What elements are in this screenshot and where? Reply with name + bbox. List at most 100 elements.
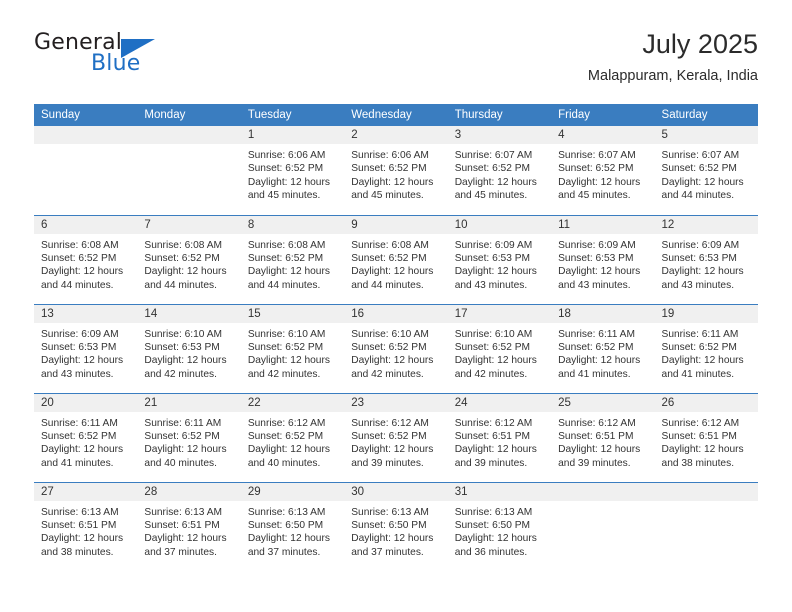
sunrise-text: Sunrise: 6:06 AM (351, 150, 429, 161)
daylight-text-line1: Daylight: 12 hours (247, 533, 330, 545)
day-number: 2 (344, 126, 448, 144)
sunset-text: Sunset: 6:52 PM (247, 163, 324, 175)
calendar-day-cell[interactable]: 26 Sunrise: 6:12 AM Sunset: 6:51 PM Dayligh… (654, 392, 758, 482)
daylight-text-line1: Daylight: 12 hours (558, 355, 641, 367)
calendar-day-cell[interactable]: 20 Sunrise: 6:11 AM Sunset: 6:52 PM Dayligh… (34, 392, 138, 482)
sunset-text: Sunset: 6:52 PM (351, 341, 427, 353)
page-header: General Blue July 2025 Malappuram, Keral… (34, 28, 758, 96)
day-number: 6 (34, 215, 138, 234)
calendar-day-cell[interactable]: 30 Sunrise: 6:13 AM Sunset: 6:50 PM Dayligh… (344, 481, 448, 571)
weekday-friday: Friday (551, 104, 655, 126)
daylight-text-line1: Daylight: 12 hours (454, 533, 537, 545)
daylight-text-line1: Daylight: 12 hours (41, 266, 124, 278)
day-number: 9 (344, 215, 448, 234)
sunrise-text: Sunrise: 6:13 AM (41, 506, 119, 518)
sunrise-text: Sunrise: 6:09 AM (661, 239, 740, 251)
sunrise-text: Sunrise: 6:08 AM (144, 239, 223, 251)
day-details: Sunrise: 6:11 AM Sunset: 6:52 PM Daylight:… (551, 323, 654, 382)
calendar-day-cell[interactable]: 5 Sunrise: 6:07 AM Sunset: 6:52 PM Daylight… (654, 126, 758, 215)
daylight-text-line1: Daylight: 12 hours (558, 444, 641, 456)
daylight-text-line2: and 37 minutes. (144, 546, 217, 558)
daylight-text-line1: Daylight: 12 hours (661, 444, 744, 456)
day-details: Sunrise: 6:13 AM Sunset: 6:50 PM Daylight:… (241, 501, 344, 560)
calendar-day-cell[interactable]: 11 Sunrise: 6:09 AM Sunset: 6:53 PM Dayligh… (551, 214, 655, 304)
calendar-day-cell[interactable]: 23 Sunrise: 6:12 AM Sunset: 6:52 PM Dayligh… (344, 392, 448, 482)
calendar-day-cell[interactable]: 6 Sunrise: 6:08 AM Sunset: 6:52 PM Daylight… (34, 214, 138, 304)
calendar-day-cell[interactable]: 16 Sunrise: 6:10 AM Sunset: 6:52 PM Dayligh… (344, 303, 448, 393)
logo-text-blue: Blue (91, 51, 141, 76)
sunset-text: Sunset: 6:52 PM (41, 252, 117, 264)
day-number: 12 (654, 215, 758, 234)
day-details: Sunrise: 6:12 AM Sunset: 6:51 PM Daylight:… (655, 412, 758, 471)
calendar-day-cell[interactable]: 27 Sunrise: 6:13 AM Sunset: 6:51 PM Dayligh… (34, 481, 138, 571)
calendar-table: Sunday Monday Tuesday Wednesday Thursday… (34, 104, 758, 571)
weekday-monday: Monday (137, 104, 241, 126)
calendar-day-cell[interactable]: 28 Sunrise: 6:13 AM Sunset: 6:51 PM Dayligh… (137, 481, 241, 571)
daylight-text-line2: and 45 minutes. (454, 190, 528, 202)
daylight-text-line2: and 38 minutes. (41, 546, 114, 558)
calendar-day-cell[interactable]: 18 Sunrise: 6:11 AM Sunset: 6:52 PM Dayligh… (551, 303, 655, 393)
sunset-text: Sunset: 6:50 PM (247, 519, 324, 531)
sunrise-text: Sunrise: 6:09 AM (558, 239, 636, 251)
day-number: 15 (240, 304, 345, 323)
calendar-week-row: 6 Sunrise: 6:08 AM Sunset: 6:52 PM Daylight… (34, 214, 758, 304)
calendar-body: 1 Sunrise: 6:06 AM Sunset: 6:52 PM Daylight… (34, 126, 758, 571)
day-details: Sunrise: 6:13 AM Sunset: 6:51 PM Daylight:… (34, 501, 137, 560)
calendar-day-cell[interactable]: 15 Sunrise: 6:10 AM Sunset: 6:52 PM Dayligh… (240, 303, 345, 393)
calendar-day-cell[interactable]: 25 Sunrise: 6:12 AM Sunset: 6:51 PM Dayligh… (551, 392, 655, 482)
general-blue-logo[interactable]: General Blue (34, 30, 254, 82)
calendar-day-cell[interactable]: 10 Sunrise: 6:09 AM Sunset: 6:53 PM Dayligh… (447, 214, 552, 304)
calendar-day-cell[interactable]: 7 Sunrise: 6:08 AM Sunset: 6:52 PM Daylight… (137, 214, 241, 304)
calendar-day-cell[interactable]: 13 Sunrise: 6:09 AM Sunset: 6:53 PM Dayligh… (34, 303, 138, 393)
sunrise-text: Sunrise: 6:11 AM (661, 328, 739, 340)
sunset-text: Sunset: 6:52 PM (661, 163, 737, 175)
daylight-text-line1: Daylight: 12 hours (144, 533, 227, 545)
sunset-text: Sunset: 6:52 PM (41, 430, 117, 442)
sunset-text: Sunset: 6:52 PM (661, 341, 737, 353)
weekday-tuesday: Tuesday (240, 104, 345, 126)
daylight-text-line2: and 44 minutes. (661, 190, 735, 202)
day-details: Sunrise: 6:07 AM Sunset: 6:52 PM Daylight:… (551, 144, 654, 203)
calendar-day-cell[interactable]: 8 Sunrise: 6:08 AM Sunset: 6:52 PM Daylight… (240, 214, 345, 304)
calendar-page: General Blue July 2025 Malappuram, Keral… (0, 0, 792, 612)
daylight-text-line2: and 43 minutes. (454, 279, 528, 291)
calendar-day-cell[interactable]: 3 Sunrise: 6:07 AM Sunset: 6:52 PM Daylight… (447, 126, 552, 215)
day-details: Sunrise: 6:08 AM Sunset: 6:52 PM Daylight:… (344, 234, 447, 293)
calendar-day-cell[interactable]: 9 Sunrise: 6:08 AM Sunset: 6:52 PM Daylight… (344, 214, 448, 304)
calendar-day-cell[interactable]: 19 Sunrise: 6:11 AM Sunset: 6:52 PM Dayligh… (654, 303, 758, 393)
daylight-text-line2: and 39 minutes. (351, 457, 424, 469)
daylight-text-line2: and 44 minutes. (41, 279, 114, 291)
calendar-day-cell[interactable]: 12 Sunrise: 6:09 AM Sunset: 6:53 PM Dayligh… (654, 214, 758, 304)
day-details: Sunrise: 6:12 AM Sunset: 6:51 PM Daylight:… (551, 412, 654, 471)
day-number: 5 (654, 126, 758, 144)
calendar-day-cell[interactable]: 31 Sunrise: 6:13 AM Sunset: 6:50 PM Dayligh… (447, 481, 552, 571)
sunset-text: Sunset: 6:52 PM (558, 163, 634, 175)
sunset-text: Sunset: 6:50 PM (351, 519, 427, 531)
sunrise-text: Sunrise: 6:12 AM (661, 417, 740, 429)
day-number: 16 (344, 304, 448, 323)
calendar-day-cell[interactable]: 21 Sunrise: 6:11 AM Sunset: 6:52 PM Dayligh… (137, 392, 241, 482)
day-details: Sunrise: 6:12 AM Sunset: 6:52 PM Daylight:… (344, 412, 447, 471)
day-number: 7 (137, 215, 241, 234)
sunrise-text: Sunrise: 6:13 AM (351, 506, 429, 518)
calendar-day-cell[interactable]: 24 Sunrise: 6:12 AM Sunset: 6:51 PM Dayligh… (447, 392, 552, 482)
calendar-day-cell[interactable]: 14 Sunrise: 6:10 AM Sunset: 6:53 PM Dayligh… (137, 303, 241, 393)
calendar-week-row: 20 Sunrise: 6:11 AM Sunset: 6:52 PM Dayligh… (34, 392, 758, 482)
calendar-day-cell[interactable]: 22 Sunrise: 6:12 AM Sunset: 6:52 PM Dayligh… (240, 392, 345, 482)
calendar-day-cell[interactable]: 17 Sunrise: 6:10 AM Sunset: 6:52 PM Dayligh… (447, 303, 552, 393)
day-details: Sunrise: 6:13 AM Sunset: 6:50 PM Daylight:… (344, 501, 447, 560)
daylight-text-line2: and 39 minutes. (454, 457, 528, 469)
calendar-day-cell[interactable]: 1 Sunrise: 6:06 AM Sunset: 6:52 PM Daylight… (240, 126, 345, 215)
daylight-text-line1: Daylight: 12 hours (247, 444, 330, 456)
weekday-saturday: Saturday (654, 104, 758, 126)
calendar-day-cell[interactable]: 29 Sunrise: 6:13 AM Sunset: 6:50 PM Dayligh… (240, 481, 345, 571)
calendar-day-cell[interactable]: 4 Sunrise: 6:07 AM Sunset: 6:52 PM Daylight… (551, 126, 655, 215)
day-details: Sunrise: 6:10 AM Sunset: 6:53 PM Daylight:… (137, 323, 240, 382)
day-details: Sunrise: 6:08 AM Sunset: 6:52 PM Daylight:… (137, 234, 240, 293)
weekday-sunday: Sunday (34, 104, 138, 126)
day-number: 13 (34, 304, 138, 323)
calendar-day-cell[interactable]: 2 Sunrise: 6:06 AM Sunset: 6:52 PM Daylight… (344, 126, 448, 215)
sunrise-text: Sunrise: 6:08 AM (41, 239, 119, 251)
day-details: Sunrise: 6:07 AM Sunset: 6:52 PM Daylight:… (655, 144, 758, 203)
daylight-text-line1: Daylight: 12 hours (661, 355, 744, 367)
